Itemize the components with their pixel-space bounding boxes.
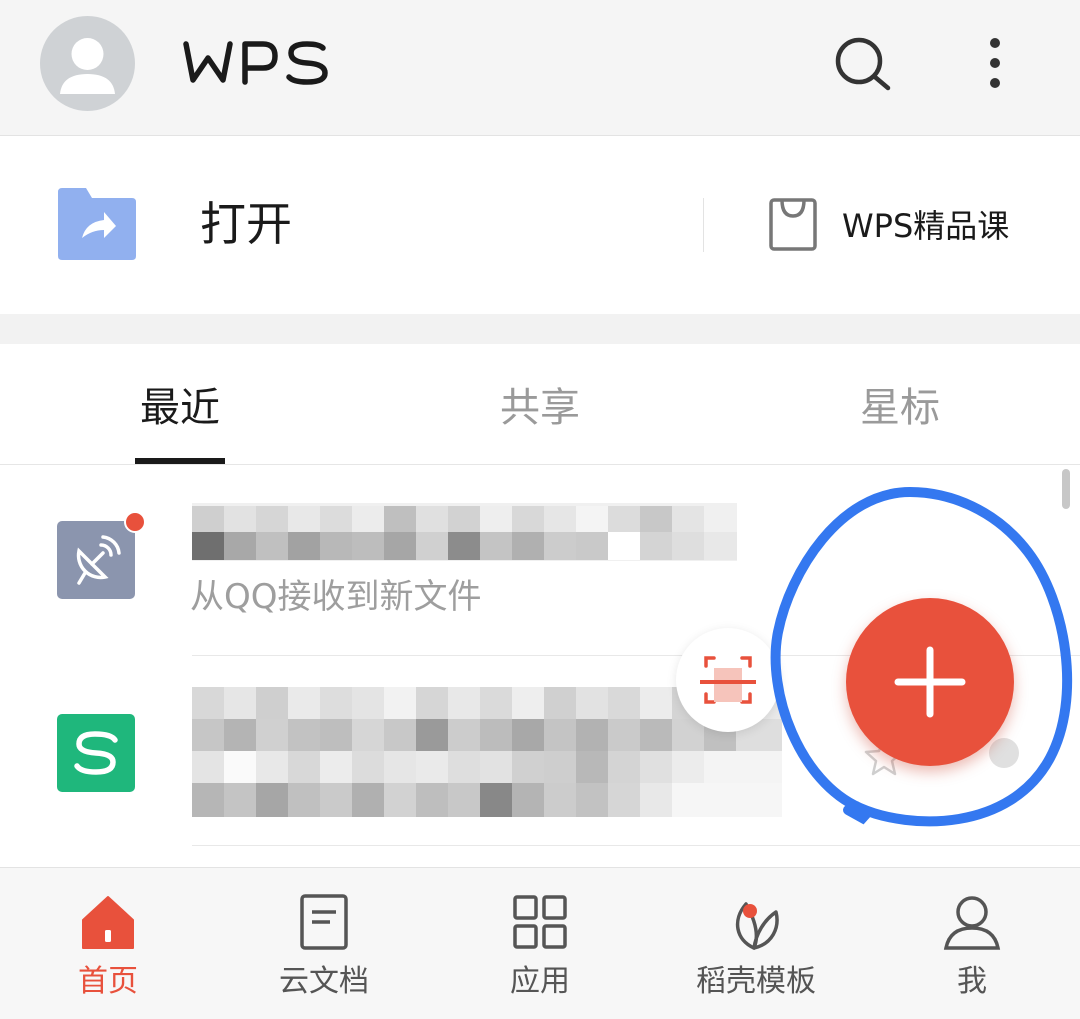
more-vertical-icon[interactable] — [970, 30, 1020, 100]
satellite-dish-icon — [57, 521, 135, 599]
document-icon — [294, 892, 354, 952]
nav-label: 我 — [957, 964, 987, 999]
folder-open-icon[interactable] — [56, 188, 136, 260]
quick-actions-row: 打开 WPS精品课 — [0, 136, 1080, 314]
user-icon — [942, 892, 1002, 952]
active-tab-indicator — [135, 458, 225, 464]
nav-templates[interactable]: 稻壳模板 — [648, 868, 864, 1019]
search-icon[interactable] — [828, 30, 898, 100]
tab-starred[interactable]: 星标 — [800, 382, 1000, 434]
divider — [703, 198, 704, 252]
open-label[interactable]: 打开 — [200, 194, 292, 254]
tab-shared[interactable]: 共享 — [440, 382, 640, 434]
wps-sheet-icon — [57, 714, 135, 792]
badge-dot — [743, 904, 757, 918]
nav-apps[interactable]: 应用 — [432, 868, 648, 1019]
avatar-icon[interactable] — [40, 16, 135, 111]
annotation-circle — [760, 482, 1080, 842]
nav-label: 应用 — [510, 964, 570, 999]
shopping-bag-icon[interactable] — [768, 196, 818, 252]
file-subtitle: 从QQ接收到新文件 — [190, 577, 482, 617]
wps-logo — [183, 40, 329, 90]
unread-dot — [124, 511, 146, 533]
tab-bar: 最近 共享 星标 — [0, 344, 1080, 465]
file-name-obscured[interactable] — [192, 503, 737, 561]
apps-grid-icon — [510, 892, 570, 952]
tab-recent[interactable]: 最近 — [80, 382, 280, 434]
app-header — [0, 0, 1080, 136]
nav-home[interactable]: 首页 — [0, 868, 216, 1019]
leaf-icon — [726, 892, 786, 952]
nav-label: 首页 — [78, 964, 138, 999]
nav-me[interactable]: 我 — [864, 868, 1080, 1019]
nav-label: 稻壳模板 — [696, 964, 816, 999]
row-divider — [192, 845, 1080, 846]
home-icon — [78, 892, 138, 952]
nav-cloud-docs[interactable]: 云文档 — [216, 868, 432, 1019]
bottom-navigation: 首页 云文档 应用 稻壳模板 我 — [0, 867, 1080, 1019]
section-gap — [0, 314, 1080, 344]
nav-label: 云文档 — [279, 964, 369, 999]
wps-course-label[interactable]: WPS精品课 — [842, 204, 1009, 248]
